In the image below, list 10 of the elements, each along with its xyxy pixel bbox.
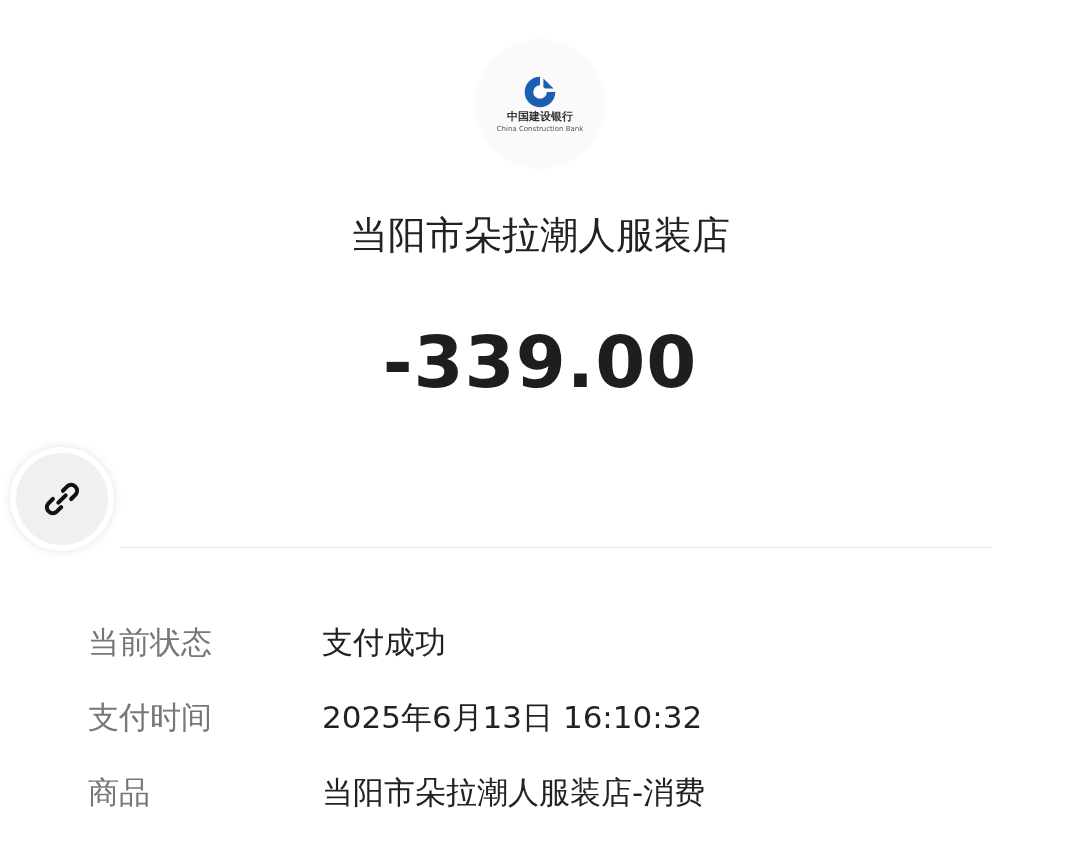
detail-label: 当前状态	[88, 622, 213, 662]
detail-value: 支付成功	[322, 622, 446, 662]
bank-name: 中国建设银行	[507, 111, 573, 123]
detail-label: 商品	[88, 772, 151, 812]
bank-logo-icon	[523, 75, 557, 109]
detail-value: 2025年6月13日 16:10:32	[322, 697, 703, 737]
detail-label: 支付时间	[88, 697, 213, 737]
amount: -339.00	[381, 322, 699, 402]
merchant-name: 当阳市朵拉潮人服装店	[349, 212, 731, 259]
detail-value: 当阳市朵拉潮人服装店-消费	[322, 772, 706, 812]
